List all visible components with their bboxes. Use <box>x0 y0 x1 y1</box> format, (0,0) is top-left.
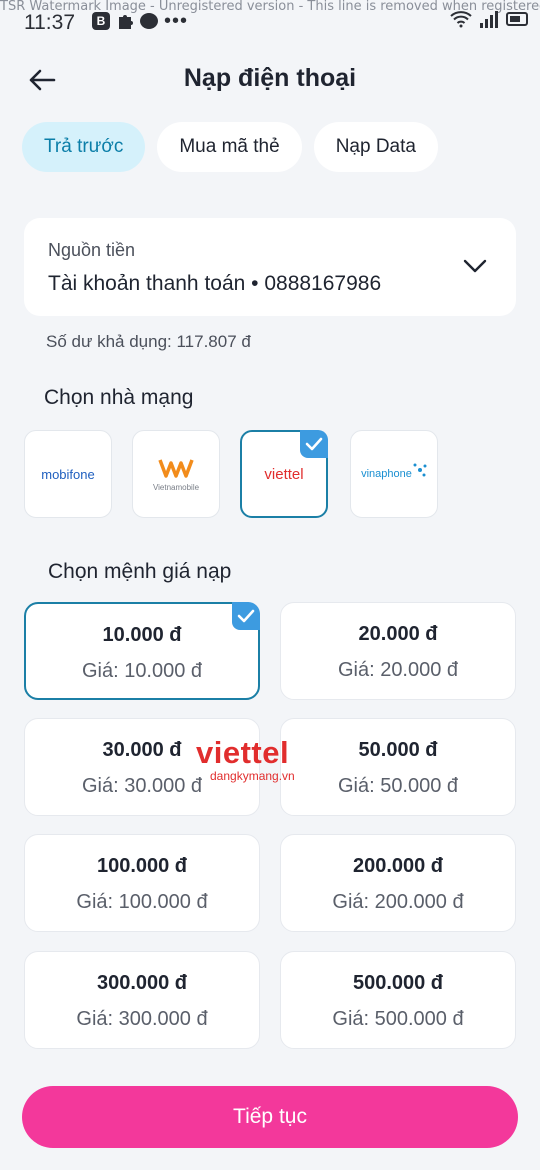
status-time: 11:37 <box>24 11 75 34</box>
denomination-amount: 10.000 đ <box>102 624 182 646</box>
system-icons <box>450 10 528 28</box>
topup-type-tabs: Trả trước Mua mã thẻ Nạp Data <box>22 122 438 172</box>
vietnamobile-logo-text: Vietnamobile <box>152 482 200 492</box>
denomination-amount: 100.000 đ <box>96 855 188 877</box>
denomination-500000[interactable]: 500.000 đ Giá: 500.000 đ <box>280 951 516 1049</box>
viettel-logo: viettel <box>264 465 304 483</box>
denomination-amount: 50.000 đ <box>358 739 438 761</box>
denomination-30000[interactable]: 30.000 đ Giá: 30.000 đ <box>24 718 260 816</box>
funding-source-value: Tài khoản thanh toán • 0888167986 <box>48 272 382 295</box>
check-icon <box>300 430 328 458</box>
tab-data-topup[interactable]: Nạp Data <box>313 122 438 172</box>
denomination-20000[interactable]: 20.000 đ Giá: 20.000 đ <box>280 602 516 700</box>
status-bar: TSR Watermark Image - Unregistered versi… <box>0 0 540 40</box>
signal-icon <box>480 10 498 28</box>
denomination-price: Giá: 10.000 đ <box>81 660 203 682</box>
mobifone-logo: mobifone <box>41 466 95 482</box>
vietnamobile-logo-icon <box>158 458 194 478</box>
denomination-amount: 500.000 đ <box>352 972 444 994</box>
more-dots-icon: ••• <box>164 10 189 32</box>
denomination-price: Giá: 200.000 đ <box>332 891 464 913</box>
chevron-down-icon <box>463 259 487 273</box>
denomination-300000[interactable]: 300.000 đ Giá: 300.000 đ <box>24 951 260 1049</box>
denomination-price: Giá: 300.000 đ <box>76 1008 208 1030</box>
vinaphone-star-icon <box>413 463 427 477</box>
denomination-amount: 20.000 đ <box>358 623 438 645</box>
denomination-amount: 200.000 đ <box>352 855 444 877</box>
wifi-icon <box>450 11 472 28</box>
app-header: Nạp điện thoại <box>0 50 540 110</box>
denomination-10000[interactable]: 10.000 đ Giá: 10.000 đ <box>24 602 260 700</box>
funding-source-selector[interactable]: Nguồn tiền Tài khoản thanh toán • 088816… <box>24 218 516 316</box>
vinaphone-logo: vinaphone <box>361 468 412 480</box>
denomination-price: Giá: 30.000 đ <box>81 775 203 797</box>
carrier-viettel[interactable]: viettel <box>240 430 328 518</box>
carrier-vietnamobile[interactable]: Vietnamobile <box>132 430 220 518</box>
battery-icon <box>506 12 528 26</box>
denomination-section-title: Chọn mệnh giá nạp <box>48 560 232 583</box>
chat-icon <box>140 13 158 29</box>
denomination-price: Giá: 100.000 đ <box>76 891 208 913</box>
notification-icons: B ••• <box>92 10 189 32</box>
denomination-amount: 300.000 đ <box>96 972 188 994</box>
denomination-50000[interactable]: 50.000 đ Giá: 50.000 đ <box>280 718 516 816</box>
tab-buy-card-code[interactable]: Mua mã thẻ <box>157 122 302 172</box>
puzzle-icon <box>119 15 133 29</box>
denomination-200000[interactable]: 200.000 đ Giá: 200.000 đ <box>280 834 516 932</box>
b-app-icon: B <box>92 12 110 30</box>
page-title: Nạp điện thoại <box>183 64 357 92</box>
denomination-amount: 30.000 đ <box>102 739 182 761</box>
carrier-section-title: Chọn nhà mạng <box>44 386 194 409</box>
carrier-mobifone[interactable]: mobifone <box>24 430 112 518</box>
check-icon <box>232 602 260 630</box>
available-balance: Số dư khả dụng: 117.807 đ <box>46 332 251 351</box>
tab-prepaid[interactable]: Trả trước <box>22 122 146 172</box>
denomination-price: Giá: 50.000 đ <box>337 775 459 797</box>
denomination-100000[interactable]: 100.000 đ Giá: 100.000 đ <box>24 834 260 932</box>
funding-source-label: Nguồn tiền <box>48 240 136 260</box>
carrier-vinaphone[interactable]: vinaphone <box>350 430 438 518</box>
denomination-price: Giá: 500.000 đ <box>332 1008 464 1030</box>
denomination-price: Giá: 20.000 đ <box>337 659 459 681</box>
continue-button[interactable]: Tiếp tục <box>22 1086 518 1148</box>
